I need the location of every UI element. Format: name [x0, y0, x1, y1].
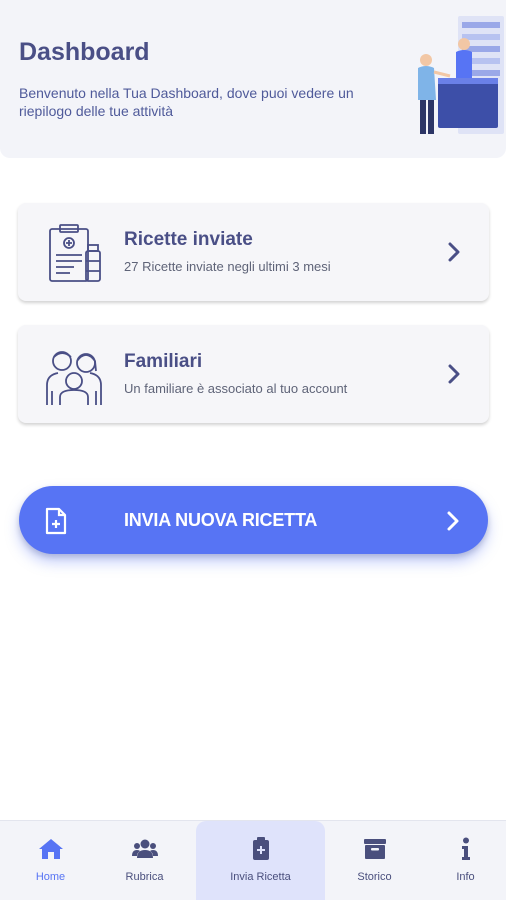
chevron-right-icon [447, 511, 459, 531]
sent-prescriptions-card[interactable]: Ricette inviate 27 Ricette inviate negli… [18, 203, 489, 301]
archive-icon [363, 839, 386, 859]
dashboard-screen: Dashboard Benvenuto nella Tua Dashboard,… [0, 0, 506, 900]
home-icon [38, 839, 63, 859]
send-new-prescription-button[interactable]: INVIA NUOVA RICETTA [19, 486, 488, 554]
card-description: 27 Ricette inviate negli ultimi 3 mesi [124, 259, 331, 274]
nav-label: Invia Ricetta [230, 871, 291, 883]
nav-label: Home [35, 871, 66, 883]
users-icon [131, 839, 158, 858]
family-members-card[interactable]: Familiari Un familiare è associato al tu… [18, 325, 489, 423]
prescription-clipboard-icon [49, 224, 101, 282]
chevron-right-icon [448, 242, 460, 262]
pharmacy-illustration [418, 16, 504, 134]
nav-item-rubrica[interactable]: Rubrica [94, 821, 195, 900]
bottom-navigation: Home Rubrica Invia Ricetta Storico Info [0, 820, 506, 900]
clipboard-medical-icon [252, 837, 269, 860]
card-description: Un familiare è associato al tuo account [124, 381, 348, 396]
nav-item-storico[interactable]: Storico [324, 821, 425, 900]
nav-label: Rubrica [125, 871, 164, 883]
nav-item-invia-ricetta[interactable]: Invia Ricetta [196, 821, 325, 900]
dashboard-header: Dashboard Benvenuto nella Tua Dashboard,… [0, 0, 506, 158]
cta-label: INVIA NUOVA RICETTA [124, 510, 318, 530]
page-subtitle: Benvenuto nella Tua Dashboard, dove puoi… [19, 85, 354, 119]
card-title: Familiari [124, 351, 203, 372]
page-title: Dashboard [19, 38, 150, 66]
nav-item-info[interactable]: Info [415, 821, 506, 900]
file-medical-icon [45, 507, 67, 535]
nav-label: Info [456, 871, 475, 883]
info-icon [461, 837, 470, 860]
card-title: Ricette inviate [124, 229, 253, 250]
family-icon [46, 351, 102, 405]
nav-label: Storico [357, 871, 392, 883]
chevron-right-icon [448, 364, 460, 384]
nav-item-home[interactable]: Home [0, 821, 101, 900]
